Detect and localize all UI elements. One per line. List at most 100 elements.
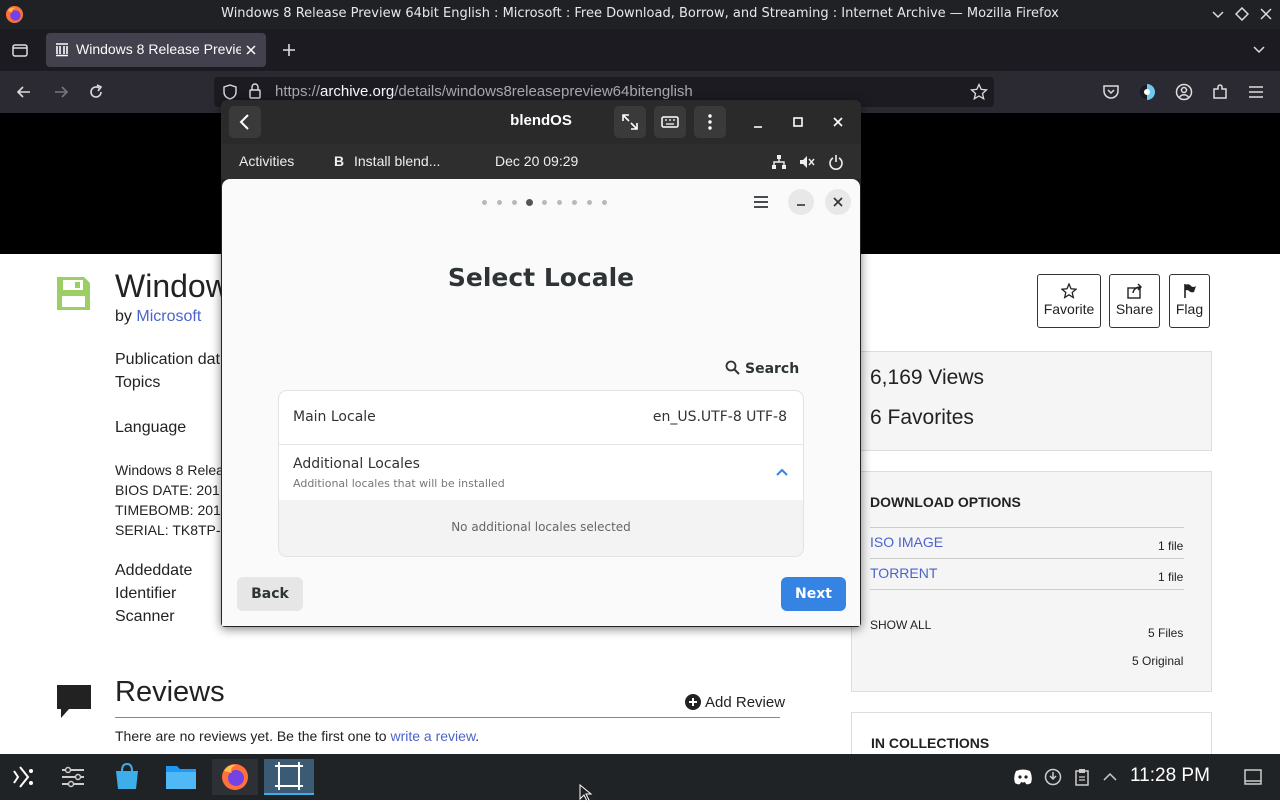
views-count: 6,169 Views bbox=[870, 366, 985, 389]
volume-muted-icon[interactable] bbox=[799, 154, 815, 170]
gnome-top-bar: Activities B Install blend... Dec 20 09:… bbox=[221, 144, 861, 179]
activities-button[interactable]: Activities bbox=[239, 153, 294, 169]
installer-window: Select Locale Search Main Locale en_US.U… bbox=[222, 179, 860, 626]
close-icon bbox=[833, 117, 843, 127]
back-button[interactable]: Back bbox=[237, 577, 303, 611]
chevron-up-icon[interactable] bbox=[775, 465, 789, 479]
tracking-shield-icon[interactable] bbox=[222, 84, 238, 100]
main-locale-value: en_US.UTF-8 UTF-8 bbox=[652, 409, 787, 425]
back-arrow-icon[interactable] bbox=[15, 83, 33, 101]
description-line: SERIAL: TK8TP- bbox=[115, 522, 221, 538]
clipboard-icon[interactable] bbox=[1074, 768, 1090, 786]
chevron-up-icon[interactable] bbox=[1102, 769, 1118, 785]
favorites-count: 6 Favorites bbox=[870, 406, 974, 429]
stats-panel: 6,169 Views 6 Favorites bbox=[851, 351, 1212, 451]
step-dot bbox=[482, 200, 487, 205]
step-dot bbox=[526, 199, 533, 206]
browser-title-bar: Windows 8 Release Preview 64bit English … bbox=[0, 0, 1280, 29]
minimize-icon bbox=[797, 204, 805, 206]
close-tab-icon[interactable] bbox=[245, 44, 257, 56]
collections-heading: IN COLLECTIONS bbox=[871, 735, 990, 751]
vm-close-button[interactable] bbox=[822, 106, 854, 138]
download-torrent-link[interactable]: TORRENT bbox=[870, 565, 937, 581]
step-dot bbox=[512, 200, 517, 205]
keyboard-icon bbox=[661, 116, 679, 128]
show-desktop-icon[interactable] bbox=[1244, 769, 1262, 785]
main-locale-label: Main Locale bbox=[293, 409, 376, 425]
file-manager-icon[interactable] bbox=[158, 759, 204, 795]
tab-active[interactable]: Windows 8 Release Preview bbox=[46, 33, 266, 67]
bookmark-star-icon[interactable] bbox=[970, 83, 988, 101]
vm-keyboard-button[interactable] bbox=[654, 106, 686, 138]
description-line: BIOS DATE: 201 bbox=[115, 482, 220, 498]
lock-icon[interactable] bbox=[248, 83, 262, 100]
account-icon[interactable] bbox=[1175, 83, 1193, 101]
download-iso-link[interactable]: ISO IMAGE bbox=[870, 534, 943, 550]
author-link[interactable]: Microsoft bbox=[136, 308, 201, 325]
taskbar-clock[interactable]: 11:28 PM bbox=[1130, 765, 1210, 787]
divider bbox=[870, 527, 1184, 528]
additional-locales-subtitle: Additional locales that will be installe… bbox=[293, 477, 505, 490]
network-icon[interactable] bbox=[771, 154, 787, 170]
minimize-window-icon[interactable] bbox=[1211, 7, 1225, 21]
extension-colorful-icon[interactable] bbox=[1138, 83, 1156, 101]
installer-minimize-button[interactable] bbox=[788, 189, 814, 215]
power-icon[interactable] bbox=[828, 154, 844, 170]
additional-locales-row[interactable]: Additional Locales Additional locales th… bbox=[279, 445, 803, 500]
vm-maximize-button[interactable] bbox=[782, 106, 814, 138]
blendos-vm-window: blendOS Activities B Install blend... De… bbox=[221, 100, 861, 627]
empty-locales-row: No additional locales selected bbox=[279, 500, 803, 556]
add-review-button[interactable]: Add Review bbox=[685, 694, 785, 711]
forward-arrow-icon[interactable] bbox=[52, 83, 70, 101]
update-notifier-icon[interactable] bbox=[1044, 768, 1062, 786]
reload-icon[interactable] bbox=[87, 83, 105, 101]
torrent-file-count: 1 file bbox=[1158, 570, 1184, 584]
iso-file-count: 1 file bbox=[1158, 539, 1184, 553]
system-settings-icon[interactable] bbox=[50, 759, 96, 795]
app-launcher-icon[interactable] bbox=[0, 759, 46, 795]
byline: by Microsoft bbox=[115, 308, 202, 325]
tab-overview-icon[interactable] bbox=[11, 41, 29, 59]
fullscreen-icon bbox=[622, 114, 638, 130]
close-icon bbox=[833, 197, 843, 207]
close-window-icon[interactable] bbox=[1259, 7, 1273, 21]
extensions-puzzle-icon[interactable] bbox=[1211, 83, 1229, 101]
meta-label-addeddate: Addeddate bbox=[115, 562, 193, 579]
new-tab-icon[interactable] bbox=[281, 42, 297, 58]
maximize-window-icon[interactable] bbox=[1235, 7, 1249, 21]
next-button[interactable]: Next bbox=[781, 577, 846, 611]
write-review-link[interactable]: write a review bbox=[390, 728, 475, 744]
url-text: https://archive.org/details/windows8rele… bbox=[275, 83, 693, 100]
search-button[interactable]: Search bbox=[725, 360, 799, 377]
installer-close-button[interactable] bbox=[825, 189, 851, 215]
firefox-taskbar-icon[interactable] bbox=[212, 759, 258, 795]
reviews-divider bbox=[115, 717, 780, 718]
meta-label-language: Language bbox=[115, 419, 187, 436]
step-dot bbox=[587, 200, 592, 205]
description-line: TIMEBOMB: 201 bbox=[115, 502, 221, 518]
gnome-clock[interactable]: Dec 20 09:29 bbox=[495, 153, 578, 169]
share-button[interactable]: Share bbox=[1109, 274, 1160, 328]
vm-manager-taskbar-icon[interactable] bbox=[264, 759, 314, 795]
share-icon bbox=[1126, 283, 1142, 299]
favorite-button[interactable]: Favorite bbox=[1037, 274, 1101, 328]
show-all-link[interactable]: SHOW ALL bbox=[870, 618, 931, 632]
installer-menu-icon[interactable] bbox=[752, 193, 770, 211]
main-locale-row[interactable]: Main Locale en_US.UTF-8 UTF-8 bbox=[279, 391, 803, 445]
maximize-icon bbox=[793, 117, 803, 127]
additional-locales-title: Additional Locales bbox=[293, 456, 420, 472]
no-reviews-text: There are no reviews yet. Be the first o… bbox=[115, 728, 480, 744]
step-dot bbox=[497, 200, 502, 205]
app-menu-label[interactable]: Install blend... bbox=[354, 153, 440, 169]
list-tabs-icon[interactable] bbox=[1252, 43, 1266, 57]
vm-minimize-button[interactable] bbox=[742, 106, 774, 138]
step-dot bbox=[542, 200, 547, 205]
vm-fullscreen-button[interactable] bbox=[614, 106, 646, 138]
discover-store-icon[interactable] bbox=[104, 759, 150, 795]
search-icon bbox=[725, 360, 740, 375]
hamburger-menu-icon[interactable] bbox=[1247, 83, 1265, 101]
discord-tray-icon[interactable] bbox=[1013, 768, 1033, 786]
flag-button[interactable]: Flag bbox=[1169, 274, 1210, 328]
vm-menu-button[interactable] bbox=[694, 106, 726, 138]
pocket-icon[interactable] bbox=[1102, 83, 1120, 101]
